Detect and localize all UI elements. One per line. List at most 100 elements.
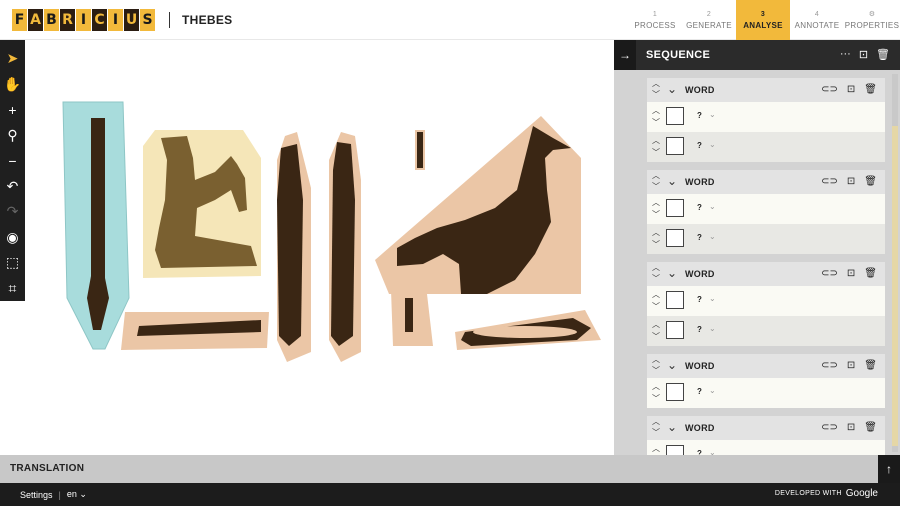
chevron-down-icon[interactable]: ⌄	[709, 202, 716, 211]
step-label: ANALYSE	[743, 20, 783, 30]
chevron-down-icon[interactable]: ⌄	[667, 82, 677, 96]
sign-thumbnail[interactable]	[666, 107, 684, 125]
chevron-down-icon[interactable]: ⌄	[667, 420, 677, 434]
reorder-arrows-icon[interactable]: ︿﹀	[650, 416, 662, 440]
bounding-box-icon[interactable]: ⬚	[0, 250, 25, 276]
fill-drop-icon[interactable]: ◉	[0, 225, 25, 251]
word-header[interactable]: ︿ ﹀ ⌄ WORD ⊂⊃ ⊡ 🗑	[647, 416, 885, 440]
undo-icon[interactable]: ↶	[0, 174, 25, 200]
logo-letter: I	[76, 9, 91, 31]
sign-row[interactable]: ︿﹀ ? ⌄	[647, 132, 885, 162]
reorder-arrows-icon[interactable]: ︿﹀	[650, 262, 662, 286]
top-header: F A B R I C I U S THEBES 1 PROCESS 2 GEN…	[0, 0, 900, 40]
trash-icon[interactable]: 🗑	[864, 84, 877, 95]
sign-thumbnail[interactable]	[666, 291, 684, 309]
sign-row[interactable]: ︿﹀ ? ⌄	[647, 224, 885, 254]
tag-icon[interactable]: ⊂⊃	[821, 422, 838, 433]
zoom-in-icon[interactable]: +	[0, 97, 25, 123]
word-header[interactable]: ︿ ﹀ ⌄ WORD ⊂⊃ ⊡ 🗑	[647, 354, 885, 378]
sign-thumbnail[interactable]	[666, 321, 684, 339]
tag-icon[interactable]: ⊂⊃	[821, 360, 838, 371]
scroll-thumb[interactable]	[892, 126, 898, 446]
sign-code: ?	[697, 141, 702, 150]
chevron-down-icon[interactable]: ⌄	[709, 324, 716, 333]
sign-thumbnail[interactable]	[666, 137, 684, 155]
select-icon[interactable]: ➤	[0, 46, 25, 72]
zoom-out-icon[interactable]: −	[0, 148, 25, 174]
collapse-arrow-icon[interactable]: →	[614, 40, 636, 70]
sign-thumbnail[interactable]	[666, 229, 684, 247]
chevron-down-icon[interactable]: ⌄	[667, 174, 677, 188]
hieroglyph-drawing[interactable]	[25, 40, 614, 455]
search-icon[interactable]: ⚲	[0, 123, 25, 149]
reorder-arrows-icon[interactable]: ︿﹀	[650, 78, 662, 102]
reorder-arrows-icon[interactable]: ︿﹀	[650, 170, 662, 194]
sign-thumbnail[interactable]	[666, 199, 684, 217]
more-options-icon[interactable]: ···	[840, 48, 851, 61]
reorder-arrows-icon[interactable]: ︿﹀	[650, 289, 662, 313]
auto-classify-icon[interactable]: ⊡	[847, 268, 855, 279]
reorder-arrows-icon[interactable]: ︿﹀	[650, 135, 662, 159]
translation-label: TRANSLATION	[10, 463, 85, 474]
word-header[interactable]: ︿ ﹀ ⌄ WORD ⊂⊃ ⊡ 🗑	[647, 170, 885, 194]
glyph-small-bar-shape	[405, 298, 413, 332]
trash-icon[interactable]: 🗑	[864, 360, 877, 371]
redo-icon[interactable]: ↷	[0, 199, 25, 225]
step-properties[interactable]: ⚙ PROPERTIES	[844, 0, 900, 40]
gear-icon: ⚙	[868, 11, 876, 18]
chevron-down-icon[interactable]: ⌄	[709, 386, 716, 395]
auto-classify-icon[interactable]: ⊡	[847, 84, 855, 95]
chevron-down-icon[interactable]: ⌄	[667, 358, 677, 372]
auto-classify-icon[interactable]: ⊡	[847, 360, 855, 371]
sequence-scrollbar[interactable]	[892, 74, 898, 452]
reorder-arrows-icon[interactable]: ︿﹀	[650, 105, 662, 129]
step-annotate[interactable]: 4 ANNOTATE	[790, 0, 844, 40]
footer-separator: |	[58, 489, 61, 500]
word-header[interactable]: ︿ ﹀ ⌄ WORD ⊂⊃ ⊡ 🗑	[647, 262, 885, 286]
tag-icon[interactable]: ⊂⊃	[821, 176, 838, 187]
auto-classify-icon[interactable]: ⊡	[859, 48, 868, 61]
sign-row[interactable]: ︿﹀ ? ⌄	[647, 286, 885, 316]
trash-icon[interactable]: 🗑	[876, 48, 890, 61]
step-process[interactable]: 1 PROCESS	[628, 0, 682, 40]
step-generate[interactable]: 2 GENERATE	[682, 0, 736, 40]
reorder-arrows-icon[interactable]: ︿﹀	[650, 319, 662, 343]
chevron-down-icon: ⌄	[79, 489, 87, 499]
fabricius-logo[interactable]: F A B R I C I U S	[12, 9, 155, 31]
auto-classify-icon[interactable]: ⊡	[847, 176, 855, 187]
sign-row[interactable]: ︿﹀ ? ⌄	[647, 102, 885, 132]
chevron-down-icon[interactable]: ⌄	[709, 110, 716, 119]
sign-row[interactable]: ︿﹀ ? ⌄	[647, 194, 885, 224]
chevron-down-icon[interactable]: ⌄	[667, 266, 677, 280]
chevron-down-icon[interactable]: ⌄	[709, 294, 716, 303]
auto-classify-icon[interactable]: ⊡	[847, 422, 855, 433]
tag-icon[interactable]: ⊂⊃	[821, 84, 838, 95]
reorder-arrows-icon[interactable]: ︿﹀	[650, 227, 662, 251]
step-analyse[interactable]: 3 ANALYSE	[736, 0, 790, 40]
tool-sidebar: ➤ ✋ + ⚲ − ↶ ↷ ◉ ⬚ ⌗	[0, 40, 25, 301]
logo-letter: F	[12, 9, 27, 31]
trash-icon[interactable]: 🗑	[864, 176, 877, 187]
reorder-arrows-icon[interactable]: ︿﹀	[650, 197, 662, 221]
merge-nodes-icon[interactable]: ⌗	[0, 276, 25, 302]
reorder-arrows-icon[interactable]: ︿﹀	[650, 381, 662, 405]
step-number: 2	[706, 10, 712, 18]
word-group: ︿ ﹀ ⌄ WORD ⊂⊃ ⊡ 🗑 ︿ ﹀ ? ⌄ ︿ ﹀ ? ⌄	[647, 262, 885, 346]
chevron-down-icon[interactable]: ⌄	[709, 232, 716, 241]
tag-icon[interactable]: ⊂⊃	[821, 268, 838, 279]
logo-letter: U	[124, 9, 139, 31]
sign-row[interactable]: ︿﹀ ? ⌄	[647, 378, 885, 408]
annotation-canvas[interactable]	[25, 40, 614, 455]
sign-row[interactable]: ︿﹀ ? ⌄	[647, 316, 885, 346]
sign-thumbnail[interactable]	[666, 383, 684, 401]
expand-up-arrow-icon[interactable]: ↑	[878, 455, 900, 483]
language-select[interactable]: en ⌄	[67, 489, 87, 500]
reorder-arrows-icon[interactable]: ︿﹀	[650, 354, 662, 378]
logo-letter: S	[140, 9, 155, 31]
settings-link[interactable]: Settings	[20, 490, 53, 500]
chevron-down-icon[interactable]: ⌄	[709, 140, 716, 149]
trash-icon[interactable]: 🗑	[864, 422, 877, 433]
pan-hand-icon[interactable]: ✋	[0, 72, 25, 98]
trash-icon[interactable]: 🗑	[864, 268, 877, 279]
word-header[interactable]: ︿ ﹀ ⌄ WORD ⊂⊃ ⊡ 🗑	[647, 78, 885, 102]
